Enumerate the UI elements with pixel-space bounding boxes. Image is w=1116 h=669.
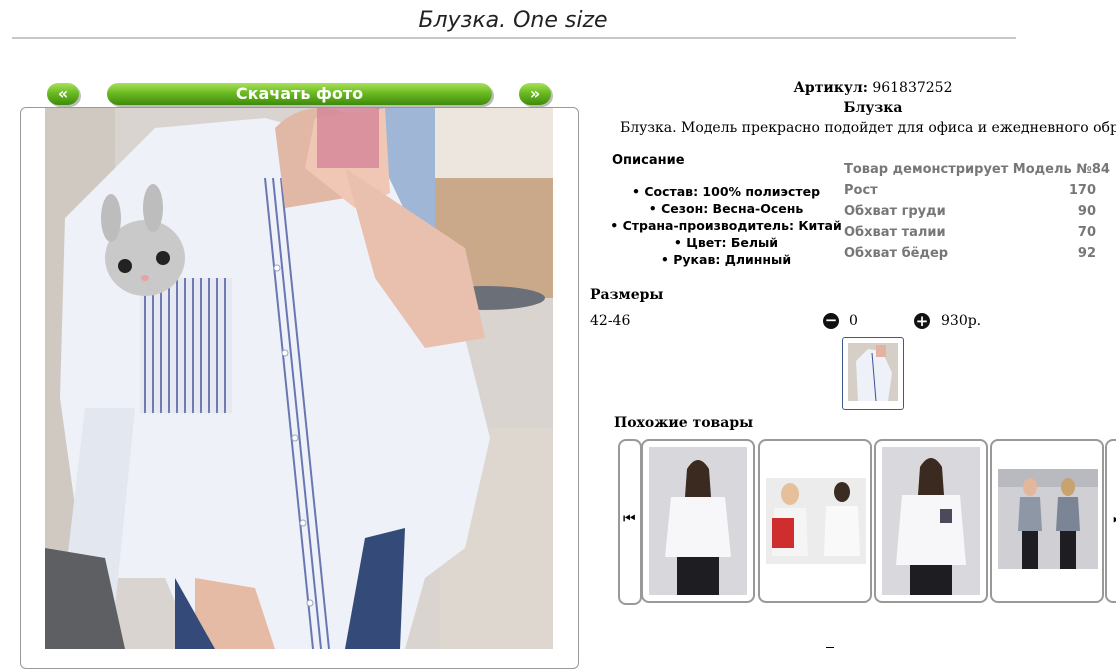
divider: [826, 647, 834, 648]
main-product-photo[interactable]: [45, 108, 553, 649]
measurement-row: Обхват талии 70: [844, 222, 1096, 243]
description-item: Рукав: Длинный: [608, 251, 844, 268]
model-heading: Товар демонстрирует Модель №84: [844, 162, 1110, 177]
prev-photo-button[interactable]: «: [47, 83, 79, 105]
measurement-value: 90: [1077, 204, 1096, 219]
carousel-prev-button[interactable]: ⏮: [618, 439, 642, 605]
description-item: Сезон: Весна-Осень: [608, 200, 844, 217]
measurement-label: Рост: [844, 183, 878, 198]
similar-item-image: [766, 478, 866, 564]
measurement-value: 92: [1077, 246, 1096, 261]
description-heading: Описание: [612, 153, 685, 168]
similar-heading: Похожие товары: [614, 415, 754, 431]
similar-item[interactable]: [990, 439, 1104, 603]
thumbnail-image: [848, 343, 898, 401]
product-description: Блузка. Модель прекрасно подойдет для оф…: [620, 120, 1116, 136]
download-photo-button[interactable]: Скачать фото: [107, 83, 492, 105]
description-item: Страна-производитель: Китай: [608, 217, 844, 234]
similar-item-image: [882, 447, 980, 595]
measurement-label: Обхват бёдер: [844, 246, 949, 261]
measurement-row: Рост 170: [844, 180, 1096, 201]
sizes-heading: Размеры: [590, 287, 664, 303]
title-divider: [12, 37, 1016, 39]
page-title: Блузка. One size: [418, 8, 608, 33]
next-photo-button[interactable]: »: [519, 83, 551, 105]
carousel-next-button[interactable]: ⏭: [1105, 439, 1116, 603]
similar-item[interactable]: [874, 439, 988, 603]
measurement-value: 170: [1068, 183, 1096, 198]
measurement-row: Обхват груди 90: [844, 201, 1096, 222]
article-label: Артикул:: [793, 80, 868, 96]
similar-item[interactable]: [758, 439, 872, 603]
plus-circle-icon[interactable]: +: [914, 313, 930, 329]
similar-item-image: [998, 469, 1098, 569]
similar-item-image: [649, 447, 747, 595]
article-line: Артикул: 961837252: [740, 80, 1006, 96]
measurement-value: 70: [1077, 225, 1096, 240]
product-name: Блузка: [843, 100, 903, 116]
similar-item[interactable]: [641, 439, 755, 603]
article-value: 961837252: [872, 80, 953, 96]
price: 930р.: [941, 313, 982, 329]
description-item: Цвет: Белый: [608, 234, 844, 251]
measurement-row: Обхват бёдер 92: [844, 243, 1096, 264]
minus-circle-icon[interactable]: −: [823, 313, 839, 329]
description-list: Состав: 100% полиэстер Сезон: Весна-Осен…: [608, 183, 844, 268]
photo-thumbnail[interactable]: [842, 337, 904, 410]
skip-back-icon: ⏮: [623, 511, 636, 527]
description-item: Состав: 100% полиэстер: [608, 183, 844, 200]
size-value: 42-46: [590, 313, 631, 329]
model-measurements: Товар демонстрирует Модель №84 Рост 170 …: [844, 159, 1110, 264]
measurement-label: Обхват талии: [844, 225, 946, 240]
measurement-label: Обхват груди: [844, 204, 946, 219]
quantity-value: 0: [849, 313, 858, 329]
